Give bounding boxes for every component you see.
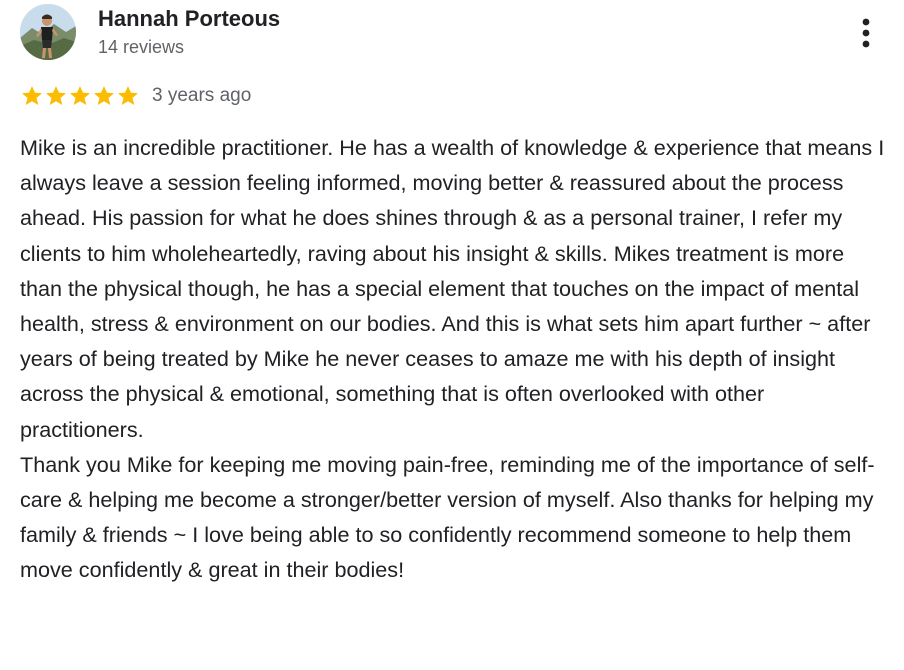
reviewer-review-count[interactable]: 14 reviews bbox=[98, 37, 184, 58]
review-paragraph: Thank you Mike for keeping me moving pai… bbox=[20, 451, 875, 583]
star-icon bbox=[116, 84, 140, 108]
profile-photo-icon bbox=[20, 4, 76, 60]
star-rating: 3 years ago bbox=[20, 83, 251, 109]
star-icon bbox=[92, 84, 116, 108]
reviewer-avatar[interactable] bbox=[20, 4, 76, 60]
review-card: Hannah Porteous 14 reviews 3 years ago M… bbox=[0, 0, 904, 670]
review-paragraph: Mike is an incredible practitioner. He h… bbox=[20, 135, 885, 442]
star-icon bbox=[44, 84, 68, 108]
star-icon bbox=[68, 84, 92, 108]
star-icon bbox=[20, 84, 44, 108]
stars-group bbox=[20, 84, 140, 108]
review-text: Mike is an incredible practitioner. He h… bbox=[20, 130, 892, 588]
more-vertical-icon bbox=[862, 18, 870, 48]
reviewer-name[interactable]: Hannah Porteous bbox=[98, 6, 280, 32]
review-date: 3 years ago bbox=[152, 85, 252, 106]
more-options-button[interactable] bbox=[852, 14, 880, 52]
